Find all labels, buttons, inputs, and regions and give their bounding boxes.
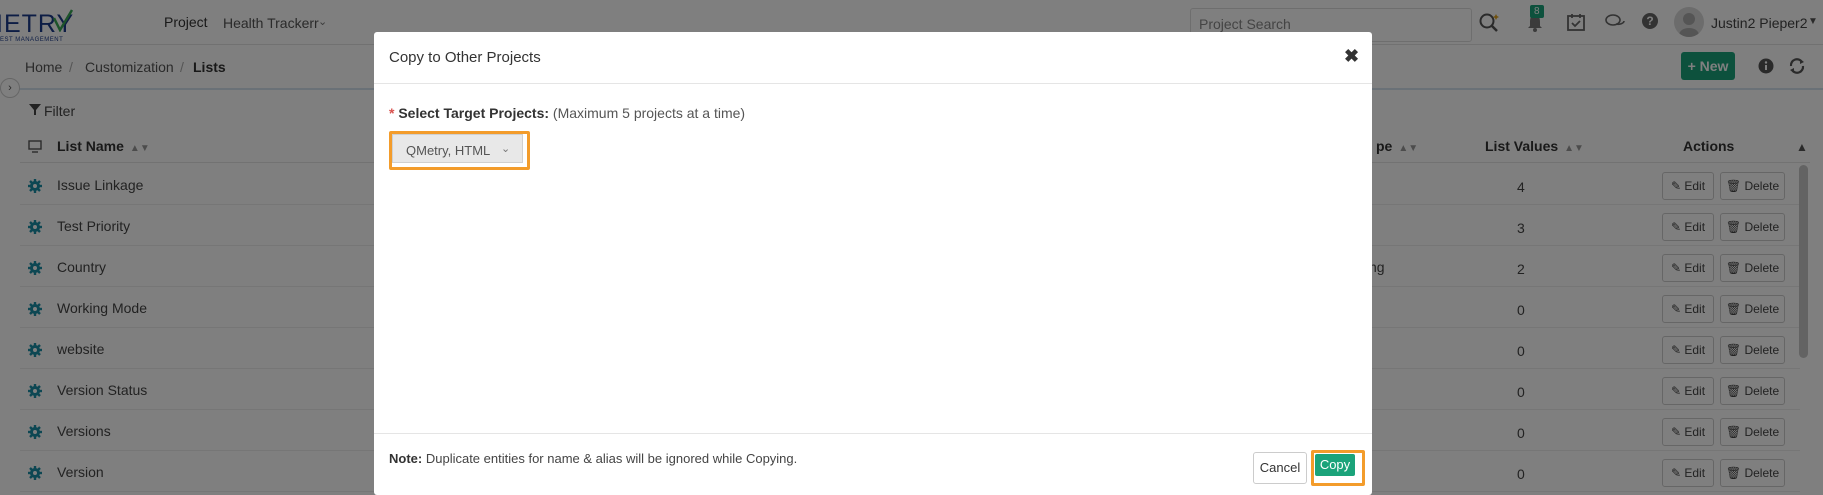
target-projects-label: * Select Target Projects: (Maximum 5 pro… [389, 105, 745, 121]
cancel-button[interactable]: Cancel [1253, 452, 1307, 484]
chevron-down-icon[interactable]: ⌄ [501, 142, 510, 155]
copy-button[interactable]: Copy [1315, 454, 1355, 476]
required-mark: * [389, 105, 395, 121]
dialog-title: Copy to Other Projects [389, 49, 541, 66]
note-label: Note: [389, 451, 423, 466]
dialog-note: Note: Duplicate entities for name & alia… [389, 451, 797, 466]
field-label: Select Target Projects: [398, 105, 550, 121]
note-text: Duplicate entities for name & alias will… [425, 451, 798, 466]
field-hint: (Maximum 5 projects at a time) [552, 105, 746, 121]
copy-to-projects-dialog: Copy to Other Projects ✖ * Select Target… [374, 32, 1372, 495]
selected-projects-value: QMetry, HTML [406, 143, 491, 158]
close-icon[interactable]: ✖ [1344, 46, 1359, 67]
